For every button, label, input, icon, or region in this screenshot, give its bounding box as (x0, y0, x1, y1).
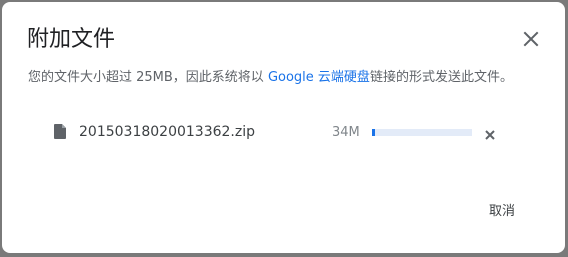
remove-file-icon[interactable] (484, 126, 496, 140)
size-warning-message: 您的文件大小超过 25MB，因此系统将以 Google 云端硬盘链接的形式发送此… (28, 69, 513, 87)
upload-progress-bar (372, 129, 472, 136)
message-prefix: 您的文件大小超过 25MB，因此系统将以 (28, 70, 268, 85)
message-suffix: 链接的形式发送此文件。 (369, 70, 513, 85)
upload-progress-fill (372, 129, 375, 136)
file-icon (54, 124, 66, 139)
attach-file-dialog: 附加文件 您的文件大小超过 25MB，因此系统将以 Google 云端硬盘链接的… (2, 2, 565, 253)
dialog-title: 附加文件 (27, 27, 116, 52)
cancel-button[interactable]: 取消 (472, 198, 532, 226)
close-icon[interactable] (520, 28, 542, 50)
file-name: 20150318020013362.zip (79, 124, 255, 140)
file-row: 20150318020013362.zip 34M (54, 120, 504, 144)
google-drive-link[interactable]: Google 云端硬盘 (268, 70, 370, 85)
file-size: 34M (332, 125, 360, 140)
